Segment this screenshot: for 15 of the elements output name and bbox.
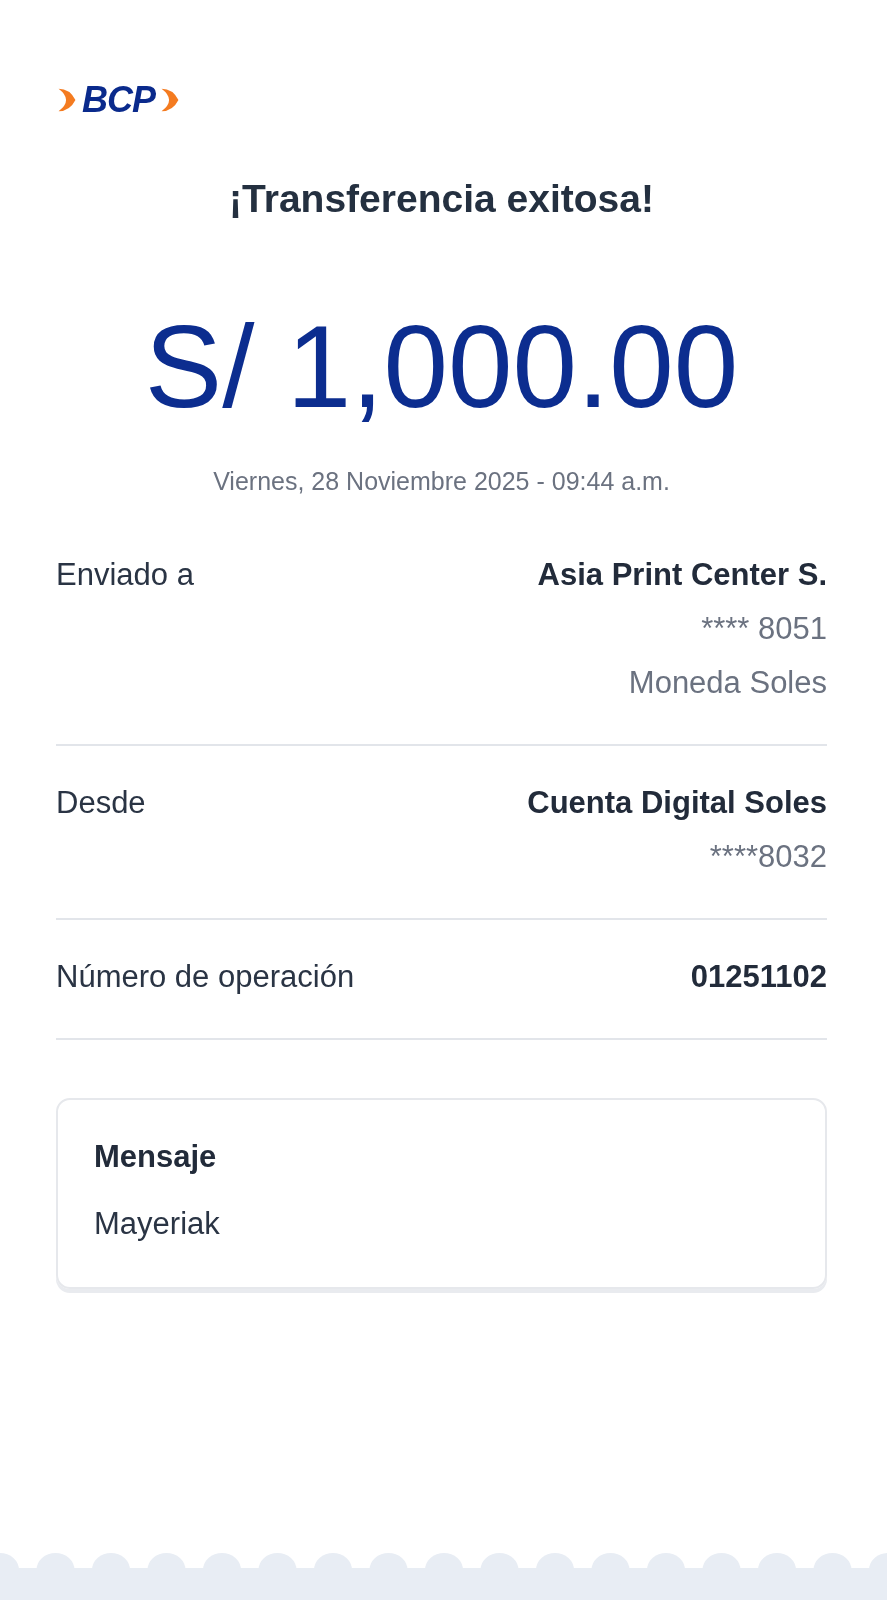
message-text: Mayeriak (94, 1204, 221, 1243)
page-title: ¡Transferencia exitosa! (228, 176, 655, 222)
detail-label: Enviado a (56, 556, 194, 594)
amount: S/ 1,000.00 (143, 308, 740, 425)
detail-value: Moneda Soles (628, 664, 827, 702)
detail-value: ****8032 (709, 838, 827, 876)
detail-label: Número de operación (56, 958, 355, 996)
date-time: Viernes, 28 Noviembre 2025 - 09:44 a.m. (212, 465, 671, 497)
logo: BCP (82, 82, 155, 118)
detail-value: Asia Print Center S. (537, 556, 827, 594)
detail-value: 01251102 (690, 958, 827, 996)
detail-value: Cuenta Digital Soles (527, 784, 827, 822)
detail-label: Desde (56, 784, 146, 822)
detail-value: **** 8051 (701, 610, 827, 648)
message-label: Mensaje (94, 1138, 218, 1176)
